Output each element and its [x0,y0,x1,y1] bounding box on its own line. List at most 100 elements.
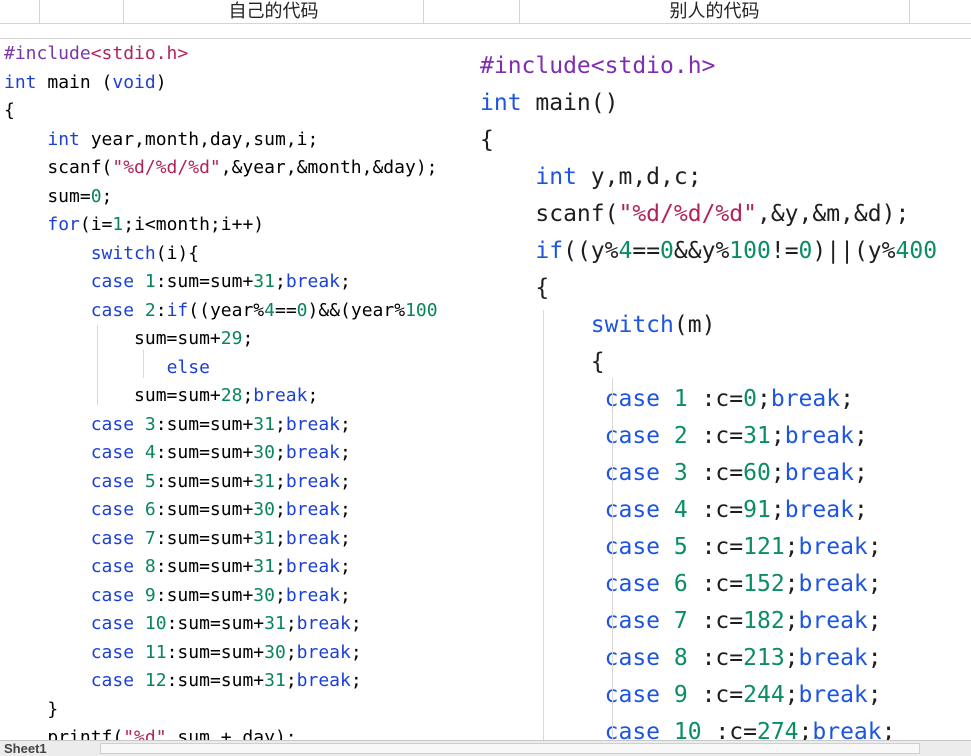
code-token: "%d/%d/%d" [112,157,221,178]
code-token: 244 [743,682,785,708]
code-token: :c= [687,497,744,523]
code-token: break [285,499,341,520]
code-token: ; [285,613,297,634]
code-token: 1 [144,271,156,292]
code-token: #include [4,43,91,64]
code-token: } [4,698,59,720]
code-token: "%d/%d/%d" [618,201,757,227]
code-token: break [253,385,308,406]
code-line: case 4 :c=91;break; [480,492,868,529]
code-token: case [90,413,135,435]
code-line: sum=sum+29; [4,325,253,353]
sheet-tab[interactable]: Sheet1 [4,741,47,756]
code-token: ; [853,423,868,449]
code-token: case [90,670,135,691]
code-token: int [47,128,80,150]
code-token: ; [274,556,286,577]
right-column-title[interactable]: 别人的代码 [520,0,910,24]
code-token: int [4,71,37,93]
code-line: case 2 :c=31;break; [480,418,868,455]
code-token: 3 [673,460,688,486]
code-line: switch(i){ [4,240,199,268]
code-token: 5 [673,534,688,560]
code-token: break [296,670,351,691]
header-cell[interactable] [0,0,40,24]
code-token: case [90,499,135,520]
code-token: ((year% [188,299,265,321]
code-token: 30 [264,641,286,663]
code-line: int main (void) [4,69,167,97]
header-cell[interactable] [40,0,124,24]
code-token: 31 [253,413,275,435]
code-token: 6 [673,571,688,597]
code-token: ; [840,386,854,412]
code-token: sum= [4,185,91,207]
code-token: break [784,460,854,486]
code-token: :c= [687,682,744,708]
left-column-title[interactable]: 自己的代码 [124,0,424,24]
code-token: break [296,613,351,634]
code-token: break [285,271,341,292]
code-line: case 6:sum=sum+30;break; [4,496,351,524]
code-token: break [285,584,341,606]
code-line: case 6 :c=152;break; [480,566,882,603]
code-line: sum=sum+28;break; [4,382,318,410]
others-code-pane: #include<stdio.h> int main(){ int y,m,d,c… [472,48,971,748]
header-cell[interactable] [424,0,520,24]
code-token: switch [590,312,674,338]
code-line: { [480,270,549,307]
code-token: 0 [743,386,757,412]
code-token: ; [285,670,297,691]
code-line: case 8 :c=213;break; [480,640,882,677]
code-token: case [90,613,135,634]
code-token: 400 [895,238,938,264]
code-token: ; [274,584,286,606]
code-line: case 3 :c=60;break; [480,455,868,492]
code-token: ; [274,413,286,435]
code-token: 4 [264,299,275,321]
indent-guide [612,378,613,748]
code-line: case 2:if((year%4==0)&&(year%100 [4,297,438,325]
sheet-tab-bar: Sheet1 [0,740,971,756]
code-line: else [4,354,210,382]
code-token: 2 [144,299,156,321]
code-token: ; [784,682,799,708]
code-token: int [535,164,577,190]
code-token: &&y% [673,238,730,264]
code-token: ; [853,460,868,486]
code-token: break [770,386,841,412]
code-token: 0 [296,299,308,321]
code-token: switch [90,242,156,264]
code-token: 8 [144,556,156,577]
code-token: ; [867,682,882,708]
indent-guide [543,310,544,748]
code-token: ; [784,645,799,671]
code-token: 91 [743,497,771,523]
code-token: 0 [660,238,674,264]
code-token: ; [340,527,351,549]
header-cell[interactable] [910,0,971,24]
code-token: ; [784,571,799,597]
code-token: ; [242,385,254,406]
code-token: 60 [743,460,771,486]
spreadsheet-row [0,24,971,39]
code-token: main ( [36,71,113,93]
code-token: != [770,238,799,264]
horizontal-scrollbar[interactable] [100,743,920,754]
